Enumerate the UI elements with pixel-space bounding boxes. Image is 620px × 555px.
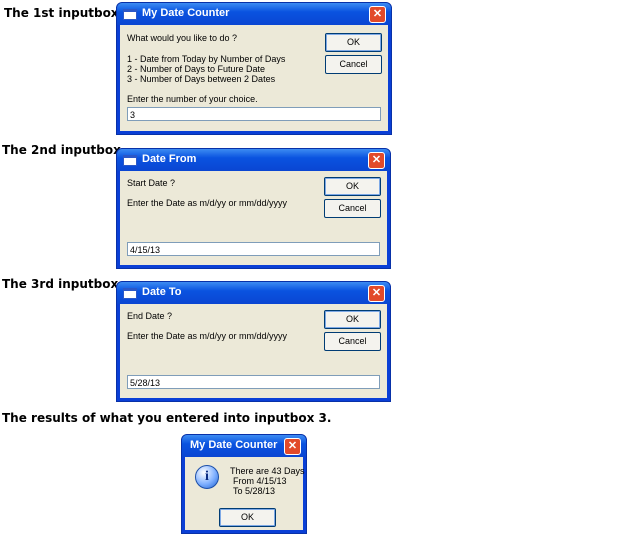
- caption-results: The results of what you entered into inp…: [2, 411, 332, 425]
- prompt-text: Start Date ?: [127, 178, 176, 188]
- close-icon[interactable]: ✕: [368, 152, 385, 169]
- window-title: Date To: [142, 286, 182, 298]
- cancel-button[interactable]: Cancel: [324, 199, 381, 218]
- window-title: My Date Counter: [142, 7, 230, 19]
- window-title: Date From: [142, 153, 197, 165]
- choice-input[interactable]: 3: [127, 107, 381, 121]
- close-icon[interactable]: ✕: [368, 285, 385, 302]
- instruction-text: Enter the Date as m/d/yy or mm/dd/yyyy: [127, 331, 288, 341]
- prompt-text: What would you like to do ?: [127, 33, 238, 43]
- option-1-text: 1 - Date from Today by Number of Days: [127, 54, 286, 64]
- title-bar[interactable]: My Date Counter ✕: [117, 3, 391, 25]
- title-bar[interactable]: Date From ✕: [117, 149, 390, 171]
- prompt-text: End Date ?: [127, 311, 173, 321]
- ok-button[interactable]: OK: [324, 177, 381, 196]
- ok-button[interactable]: OK: [324, 310, 381, 329]
- dialog-body: End Date ? Enter the Date as m/d/yy or m…: [120, 304, 387, 398]
- ok-button[interactable]: OK: [219, 508, 276, 527]
- instruction-text: Enter the number of your choice.: [127, 94, 258, 104]
- dialog-date-from: Date From ✕ Start Date ? Enter the Date …: [116, 148, 391, 269]
- dialog-my-date-counter: My Date Counter ✕ What would you like to…: [116, 2, 392, 135]
- dialog-body: i There are 43 Days From 4/15/13 To 5/28…: [185, 457, 305, 530]
- close-icon[interactable]: ✕: [369, 6, 386, 23]
- title-bar[interactable]: My Date Counter ✕: [182, 435, 306, 457]
- option-3-text: 3 - Number of Days between 2 Dates: [127, 74, 276, 84]
- start-date-input[interactable]: 4/15/13: [127, 242, 380, 256]
- dialog-date-to: Date To ✕ End Date ? Enter the Date as m…: [116, 281, 391, 402]
- window-icon: [123, 288, 137, 299]
- close-icon[interactable]: ✕: [284, 438, 301, 455]
- info-icon: i: [195, 465, 219, 489]
- ok-button[interactable]: OK: [325, 33, 382, 52]
- cancel-button[interactable]: Cancel: [325, 55, 382, 74]
- instruction-text: Enter the Date as m/d/yy or mm/dd/yyyy: [127, 198, 288, 208]
- cancel-button[interactable]: Cancel: [324, 332, 381, 351]
- title-bar[interactable]: Date To ✕: [117, 282, 390, 304]
- end-date-input[interactable]: 5/28/13: [127, 375, 380, 389]
- caption-inputbox-2: The 2nd inputbox.: [2, 143, 126, 157]
- caption-inputbox-3: The 3rd inputbox.: [2, 277, 123, 291]
- caption-inputbox-1: The 1st inputbox.: [4, 6, 124, 20]
- dialog-body: What would you like to do ? 1 - Date fro…: [120, 25, 388, 131]
- result-from-text: From 4/15/13: [233, 476, 287, 486]
- dialog-body: Start Date ? Enter the Date as m/d/yy or…: [120, 171, 387, 265]
- result-days-text: There are 43 Days: [230, 466, 305, 476]
- dialog-result: My Date Counter ✕ i There are 43 Days Fr…: [181, 434, 307, 534]
- window-icon: [123, 155, 137, 166]
- result-to-text: To 5/28/13: [233, 486, 276, 496]
- option-2-text: 2 - Number of Days to Future Date: [127, 64, 266, 74]
- window-title: My Date Counter: [190, 439, 278, 451]
- window-icon: [123, 9, 137, 20]
